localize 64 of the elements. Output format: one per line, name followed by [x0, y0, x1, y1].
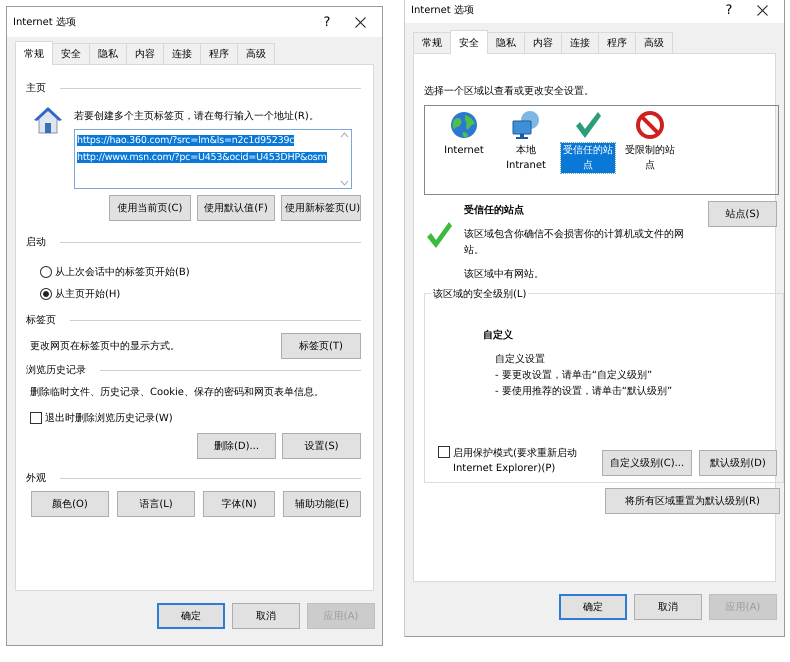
section-heading: 主页 [26, 82, 46, 95]
zone-item[interactable]: 受信任的站点 [561, 143, 615, 173]
help-button[interactable]: ? [309, 14, 345, 30]
section-heading: 启动 [26, 236, 46, 249]
section-heading: 外观 [26, 472, 46, 485]
level-button[interactable]: 自定义级别(C)... [602, 450, 692, 476]
appearance-button[interactable]: 辅助功能(E) [283, 491, 361, 517]
instruction-text: 选择一个区域以查看或更改安全设置。 [424, 84, 595, 98]
network-icon [512, 111, 539, 139]
close-icon[interactable] [757, 4, 768, 16]
checkbox[interactable] [30, 412, 42, 424]
help-button[interactable]: ? [711, 2, 747, 18]
instruction-text: 若要创建多个主页标签页，请在每行输入一个地址(R)。 [74, 110, 320, 123]
window-title: Internet 选项 [13, 16, 77, 29]
section-heading: 标签页 [26, 314, 56, 327]
checkmark-icon [427, 222, 452, 248]
section-heading: 浏览历史记录 [26, 364, 86, 377]
zone-item[interactable]: 受限制的站点 [623, 143, 677, 173]
reset-zones-button[interactable]: 将所有区域重置为默认级别(R) [605, 488, 780, 514]
level-description: 自定义设置 [495, 352, 546, 367]
tabs-button[interactable]: 标签页(T) [281, 333, 361, 359]
ok-button[interactable]: 确定 [559, 594, 627, 620]
homepage-button[interactable]: 使用当前页(C) [109, 195, 191, 221]
delete-on-exit-option[interactable]: 退出时删除浏览历史记录(W) [30, 411, 361, 425]
tab[interactable]: 常规 [413, 32, 451, 53]
zone-item[interactable]: Internet [443, 143, 485, 158]
house-icon [34, 107, 62, 134]
zone-note: 该区域中有网站。 [464, 268, 545, 281]
level-description: - 要使用推荐的设置，请单击“默认级别” [495, 384, 674, 399]
tab[interactable]: 常规 [15, 41, 53, 65]
appearance-button[interactable]: 语言(L) [117, 491, 195, 517]
radio-option[interactable]: 从上次会话中的标签页开始(B) [40, 261, 361, 283]
prohibited-icon [636, 111, 664, 139]
tab[interactable]: 高级 [635, 32, 673, 53]
close-icon[interactable] [355, 16, 366, 28]
homepage-button[interactable]: 使用新标签页(U) [281, 195, 361, 221]
checkbox[interactable] [438, 446, 450, 458]
appearance-button[interactable]: 字体(N) [203, 491, 275, 517]
history-button[interactable]: 设置(S) [282, 433, 361, 459]
radio-button[interactable] [40, 288, 52, 300]
tab[interactable]: 高级 [237, 43, 275, 64]
history-button[interactable]: 删除(D)... [197, 433, 276, 459]
level-description: - 要更改设置，请单击“自定义级别” [495, 368, 654, 383]
checkmark-icon [576, 112, 601, 138]
zone-description: 该区域包含你确信不会损害你的计算机或文件的网站。 [464, 228, 685, 258]
cancel-button[interactable]: 取消 [232, 603, 300, 629]
radio-option[interactable]: 从主页开始(H) [40, 283, 361, 305]
radio-button[interactable] [40, 266, 52, 278]
description-text: 更改网页在标签页中的显示方式。 [30, 340, 180, 353]
level-title: 自定义 [483, 328, 514, 342]
homepage-button[interactable]: 使用默认值(F) [197, 195, 275, 221]
window-title: Internet 选项 [411, 4, 475, 17]
group-label: 该区域的安全级别(L) [431, 287, 528, 301]
level-button[interactable]: 默认级别(D) [699, 450, 777, 476]
ok-button[interactable]: 确定 [157, 603, 225, 629]
tab[interactable]: 安全 [450, 30, 488, 54]
zone-title: 受信任的站点 [464, 204, 525, 217]
sites-button[interactable]: 站点(S) [708, 201, 777, 227]
globe-icon [451, 112, 477, 138]
protected-mode-option[interactable]: 启用保护模式(要求重新启动 Internet Explorer)(P) [438, 446, 588, 476]
zone-item[interactable]: 本地 Intranet [499, 143, 553, 173]
description-text: 删除临时文件、历史记录、Cookie、保存的密码和网页表单信息。 [29, 386, 325, 399]
appearance-button[interactable]: 颜色(O) [31, 491, 109, 517]
cancel-button[interactable]: 取消 [634, 594, 702, 620]
